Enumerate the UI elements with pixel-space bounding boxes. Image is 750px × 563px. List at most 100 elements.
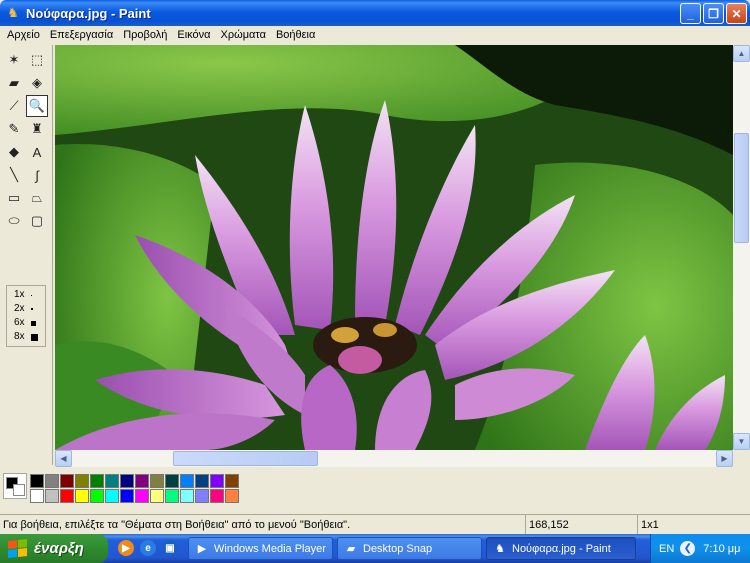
color-swatches [30, 474, 240, 504]
palette-swatch[interactable] [45, 474, 59, 488]
palette-swatch[interactable] [120, 489, 134, 503]
task-desktop-snap[interactable]: ▰ Desktop Snap [337, 537, 482, 560]
palette-swatch[interactable] [165, 489, 179, 503]
toolbox: ✶ ⬚ ▰ ◈ ⟋ 🔍 ✎ ♜ ◆ A ╲ ∫ ▭ ⏢ ⬭ ▢ 1x 2x 6x 8x [0, 45, 53, 465]
palette-swatch[interactable] [30, 489, 44, 503]
zoom-dot-icon [30, 320, 36, 326]
zoom-label: 6x [14, 317, 25, 328]
rectangle-icon[interactable]: ▭ [3, 187, 25, 209]
palette-swatch[interactable] [30, 474, 44, 488]
horizontal-scrollbar[interactable]: ◀ ▶ [55, 450, 733, 467]
palette-swatch[interactable] [195, 489, 209, 503]
internet-explorer-icon[interactable]: e [140, 540, 156, 556]
menu-help[interactable]: Βοήθεια [271, 26, 320, 45]
palette-swatch[interactable] [225, 489, 239, 503]
zoom-option-6x[interactable]: 6x [14, 316, 45, 330]
show-desktop-icon[interactable]: ▣ [162, 540, 178, 556]
palette-swatch[interactable] [225, 474, 239, 488]
text-icon[interactable]: A [26, 141, 48, 163]
water-lily-image [55, 45, 733, 450]
palette-swatch[interactable] [120, 474, 134, 488]
tray-arrow-icon[interactable]: ❮ [680, 541, 696, 556]
paint-app-icon[interactable]: ♞ [5, 5, 21, 21]
background-color[interactable] [13, 484, 25, 496]
close-button[interactable]: ✕ [726, 3, 747, 24]
taskbar: έναρξη ▶ e ▣ ▶ Windows Media Player ▰ De… [0, 534, 750, 563]
zoom-label: 8x [14, 331, 25, 342]
color-palette [0, 470, 750, 510]
tool-grid: ✶ ⬚ ▰ ◈ ⟋ 🔍 ✎ ♜ ◆ A ╲ ∫ ▭ ⏢ ⬭ ▢ [3, 49, 49, 233]
brush-icon[interactable]: ♜ [26, 118, 48, 140]
zoom-option-1x[interactable]: 1x [14, 288, 45, 302]
palette-swatch[interactable] [180, 489, 194, 503]
title-bar[interactable]: ♞ Νούφαρα.jpg - Paint _ ❐ ✕ [0, 0, 750, 26]
palette-swatch[interactable] [45, 489, 59, 503]
free-select-icon[interactable]: ✶ [3, 49, 25, 71]
task-label: Desktop Snap [363, 542, 433, 555]
maximize-button[interactable]: ❐ [703, 3, 724, 24]
zoom-option-2x[interactable]: 2x [14, 302, 45, 316]
palette-swatch[interactable] [60, 489, 74, 503]
palette-swatch[interactable] [180, 474, 194, 488]
scroll-up-button[interactable]: ▲ [733, 45, 750, 62]
scroll-left-button[interactable]: ◀ [55, 450, 72, 467]
palette-swatch[interactable] [165, 474, 179, 488]
palette-swatch[interactable] [90, 489, 104, 503]
menu-image[interactable]: Εικόνα [172, 26, 215, 45]
select-icon[interactable]: ⬚ [26, 49, 48, 71]
palette-swatch[interactable] [105, 489, 119, 503]
zoom-options: 1x 2x 6x 8x [6, 285, 46, 347]
fill-icon[interactable]: ◈ [26, 72, 48, 94]
status-selection-size: 1x1 [637, 515, 750, 535]
palette-swatch[interactable] [150, 474, 164, 488]
pencil-icon[interactable]: ✎ [3, 118, 25, 140]
task-windows-media-player[interactable]: ▶ Windows Media Player [188, 537, 333, 560]
palette-swatch[interactable] [135, 489, 149, 503]
palette-swatch[interactable] [195, 474, 209, 488]
status-help-text: Για βοήθεια, επιλέξτε τα "Θέματα στη Βοή… [3, 519, 351, 531]
curve-icon[interactable]: ∫ [26, 164, 48, 186]
magnifier-icon[interactable]: 🔍 [26, 95, 48, 117]
ellipse-icon[interactable]: ⬭ [3, 210, 25, 232]
palette-swatch[interactable] [60, 474, 74, 488]
palette-swatch[interactable] [150, 489, 164, 503]
rounded-rect-icon[interactable]: ▢ [26, 210, 48, 232]
palette-swatch[interactable] [75, 489, 89, 503]
zoom-dot-icon [30, 308, 33, 310]
start-button[interactable]: έναρξη [0, 534, 108, 563]
zoom-dot-icon [30, 333, 38, 341]
task-paint[interactable]: ♞ Νούφαρα.jpg - Paint [486, 537, 636, 560]
menu-edit[interactable]: Επεξεργασία [45, 26, 118, 45]
scroll-down-button[interactable]: ▼ [733, 433, 750, 450]
menu-file[interactable]: Αρχείο [2, 26, 45, 45]
menu-colors[interactable]: Χρώματα [216, 26, 271, 45]
scroll-right-button[interactable]: ▶ [716, 450, 733, 467]
window-title: Νούφαρα.jpg - Paint [26, 5, 151, 21]
task-label: Νούφαρα.jpg - Paint [512, 542, 611, 555]
language-indicator[interactable]: EN [659, 543, 674, 555]
media-player-icon: ▶ [197, 542, 207, 555]
current-colors[interactable] [3, 473, 27, 499]
palette-swatch[interactable] [210, 489, 224, 503]
menu-view[interactable]: Προβολή [118, 26, 172, 45]
polygon-icon[interactable]: ⏢ [26, 187, 48, 209]
palette-swatch[interactable] [105, 474, 119, 488]
palette-swatch[interactable] [210, 474, 224, 488]
vertical-scrollbar[interactable]: ▲ ▼ [733, 45, 750, 450]
media-player-quicklaunch-icon[interactable]: ▶ [118, 540, 134, 556]
zoom-option-8x[interactable]: 8x [14, 330, 45, 344]
color-picker-icon[interactable]: ⟋ [3, 95, 25, 117]
palette-swatch[interactable] [90, 474, 104, 488]
zoom-label: 1x [14, 289, 25, 300]
palette-swatch[interactable] [135, 474, 149, 488]
minimize-button[interactable]: _ [680, 3, 701, 24]
horizontal-scroll-thumb[interactable] [173, 451, 318, 466]
eraser-icon[interactable]: ▰ [3, 72, 25, 94]
scroll-corner [733, 450, 750, 467]
airbrush-icon[interactable]: ◆ [3, 141, 25, 163]
palette-swatch[interactable] [75, 474, 89, 488]
clock[interactable]: 7:10 μμ [703, 543, 740, 555]
vertical-scroll-thumb[interactable] [734, 133, 749, 243]
line-icon[interactable]: ╲ [3, 164, 25, 186]
drawing-canvas[interactable] [55, 45, 733, 450]
